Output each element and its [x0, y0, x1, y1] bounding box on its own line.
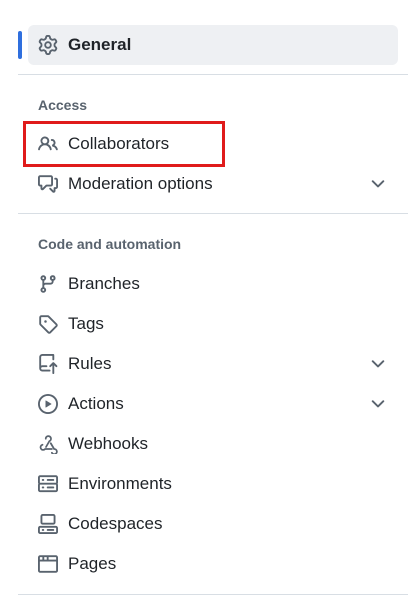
divider	[18, 213, 408, 214]
nav-item-branches[interactable]: Branches	[28, 264, 398, 304]
gear-icon	[37, 34, 59, 56]
nav-item-label: Branches	[68, 274, 140, 293]
codespaces-icon	[37, 513, 59, 535]
nav-item-tags[interactable]: Tags	[28, 304, 398, 344]
nav-item-label: Codespaces	[68, 514, 163, 533]
divider	[18, 594, 408, 595]
tag-icon	[37, 313, 59, 335]
people-icon	[37, 133, 59, 155]
repo-push-icon	[37, 353, 59, 375]
chevron-down-icon[interactable]	[368, 174, 388, 194]
webhook-icon	[37, 433, 59, 455]
nav-item-label: Moderation options	[68, 174, 213, 193]
nav-item-label: Collaborators	[68, 134, 170, 153]
active-indicator	[18, 31, 22, 59]
settings-sidebar-nav: General Access Collaborators Moderation …	[0, 0, 418, 605]
chevron-down-icon[interactable]	[368, 354, 388, 374]
nav-item-label: Webhooks	[68, 434, 149, 453]
nav-item-moderation-options[interactable]: Moderation options	[28, 164, 398, 204]
nav-item-general[interactable]: General	[28, 25, 398, 65]
chevron-down-icon[interactable]	[368, 394, 388, 414]
nav-item-label: Actions	[68, 394, 124, 413]
comment-discussion-icon	[37, 173, 59, 195]
nav-item-label: Rules	[68, 354, 112, 373]
nav-item-actions[interactable]: Actions	[28, 384, 398, 424]
nav-item-environments[interactable]: Environments	[28, 464, 398, 504]
nav-item-rules[interactable]: Rules	[28, 344, 398, 384]
browser-icon	[37, 553, 59, 575]
nav-item-collaborators[interactable]: Collaborators	[28, 124, 398, 164]
server-icon	[37, 473, 59, 495]
nav-item-codespaces[interactable]: Codespaces	[28, 504, 398, 544]
play-icon	[37, 393, 59, 415]
nav-item-label: Environments	[68, 474, 172, 493]
nav-item-pages[interactable]: Pages	[28, 544, 398, 584]
section-title-code-and-automation: Code and automation	[38, 236, 182, 252]
section-title-access: Access	[38, 97, 88, 113]
nav-item-webhooks[interactable]: Webhooks	[28, 424, 398, 464]
nav-item-label: General	[68, 35, 132, 54]
divider	[18, 74, 408, 75]
nav-item-label: Tags	[68, 314, 104, 333]
nav-item-label: Pages	[68, 554, 117, 573]
git-branch-icon	[37, 273, 59, 295]
